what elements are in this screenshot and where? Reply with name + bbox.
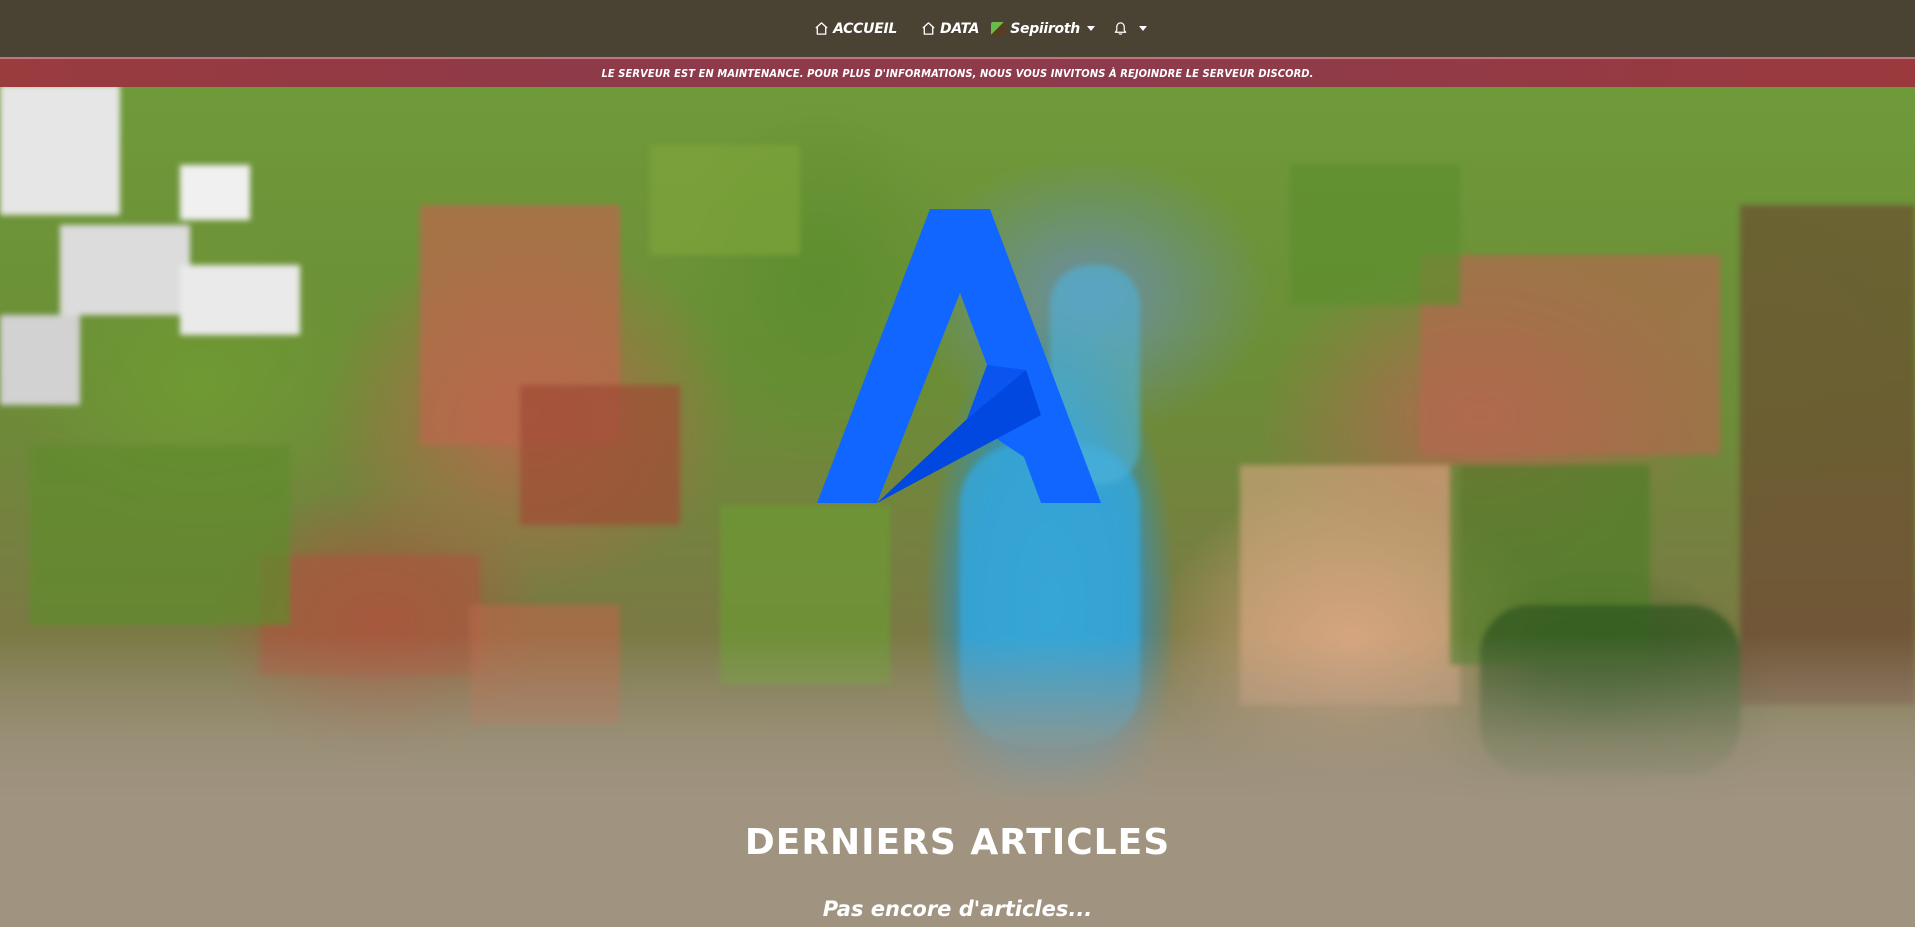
maintenance-message: Le serveur est en maintenance. Pour plus…: [601, 66, 1314, 80]
top-navbar: ACCUEIL DATA Sepiiroth: [0, 0, 1915, 57]
maintenance-banner: Le serveur est en maintenance. Pour plus…: [0, 57, 1915, 87]
home-icon: [922, 22, 935, 35]
latest-articles-title: DERNIERS ARTICLES: [744, 822, 1171, 863]
nav-home-link[interactable]: ACCUEIL: [802, 21, 909, 37]
nav-home-label: ACCUEIL: [833, 20, 897, 37]
nav-data-link[interactable]: DATA: [909, 21, 991, 37]
site-logo[interactable]: [815, 205, 1105, 505]
user-menu-dropdown[interactable]: Sepiiroth: [991, 21, 1105, 37]
no-articles-message: Pas encore d'articles...: [822, 897, 1093, 921]
chevron-down-icon: [1086, 26, 1095, 31]
bell-icon: [1114, 22, 1127, 35]
hero-fade-overlay: [0, 635, 1915, 805]
nav-links: ACCUEIL DATA Sepiiroth: [802, 21, 1147, 37]
nav-data-label: DATA: [940, 20, 980, 37]
username-label: Sepiiroth: [1010, 20, 1080, 37]
home-icon: [815, 22, 828, 35]
avatar: [991, 21, 1006, 36]
notifications-dropdown[interactable]: [1105, 21, 1147, 36]
chevron-down-icon: [1138, 26, 1147, 31]
